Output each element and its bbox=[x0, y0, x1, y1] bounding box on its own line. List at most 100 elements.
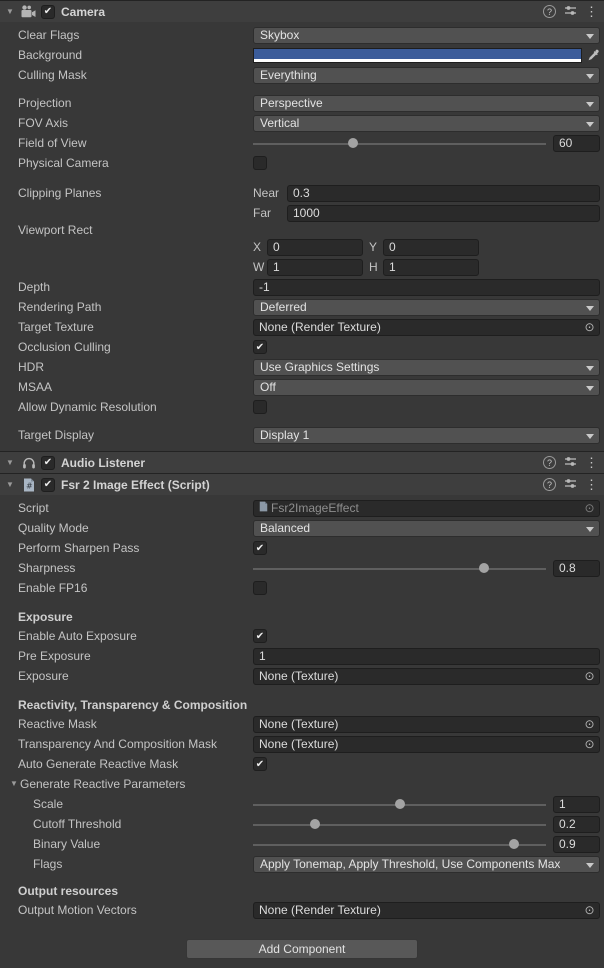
object-picker-icon[interactable]: ⊙ bbox=[582, 718, 597, 730]
transparency-and-composition-mask-field[interactable]: None (Texture) ⊙ bbox=[253, 736, 600, 753]
background-label: Background bbox=[18, 48, 253, 62]
spacer bbox=[0, 686, 604, 696]
cutoff-threshold-label: Cutoff Threshold bbox=[33, 817, 253, 831]
sharpness-slider[interactable] bbox=[253, 560, 546, 577]
object-picker-icon[interactable]: ⊙ bbox=[582, 738, 597, 750]
cutoff-threshold-slider[interactable] bbox=[253, 816, 546, 833]
enable-fp16-checkbox[interactable] bbox=[253, 581, 267, 595]
viewport-h-input[interactable]: 1 bbox=[383, 259, 479, 276]
exposure-field[interactable]: None (Texture) ⊙ bbox=[253, 668, 600, 685]
clear-flags-dropdown[interactable]: Skybox bbox=[253, 27, 600, 44]
fsr2-component-header[interactable]: ▼ # ✔ Fsr 2 Image Effect (Script) ? ⋮ bbox=[0, 473, 604, 495]
far-clip-input[interactable]: 1000 bbox=[287, 205, 600, 222]
culling-mask-dropdown[interactable]: Everything bbox=[253, 67, 600, 84]
property-row: Enable Auto Exposure ✔ bbox=[0, 626, 604, 646]
occlusion-culling-checkbox[interactable]: ✔ bbox=[253, 340, 267, 354]
projection-dropdown[interactable]: Perspective bbox=[253, 95, 600, 112]
allow-dynamic-resolution-checkbox[interactable] bbox=[253, 400, 267, 414]
viewport-y-input[interactable]: 0 bbox=[383, 239, 479, 256]
target-texture-field[interactable]: None (Render Texture) ⊙ bbox=[253, 319, 600, 336]
fov-axis-label: FOV Axis bbox=[18, 116, 253, 130]
slider-track bbox=[253, 568, 546, 570]
quality-mode-dropdown[interactable]: Balanced bbox=[253, 520, 600, 537]
property-row: Occlusion Culling ✔ bbox=[0, 337, 604, 357]
depth-input[interactable]: -1 bbox=[253, 279, 600, 296]
msaa-value: Off bbox=[260, 380, 276, 394]
help-icon[interactable]: ? bbox=[543, 478, 556, 491]
physical-camera-checkbox[interactable] bbox=[253, 156, 267, 170]
perform-sharpen-pass-checkbox[interactable]: ✔ bbox=[253, 541, 267, 555]
help-icon[interactable]: ? bbox=[543, 5, 556, 18]
sharpness-input[interactable]: 0.8 bbox=[553, 560, 600, 577]
help-icon[interactable]: ? bbox=[543, 456, 556, 469]
presets-icon[interactable] bbox=[564, 477, 577, 493]
object-picker-icon[interactable]: ⊙ bbox=[582, 502, 597, 514]
reactive-mask-field[interactable]: None (Texture) ⊙ bbox=[253, 716, 600, 733]
header-actions: ? ⋮ bbox=[543, 455, 598, 471]
slider-thumb[interactable] bbox=[509, 839, 519, 849]
foldout-arrow-icon[interactable]: ▼ bbox=[4, 481, 16, 489]
auto-generate-reactive-mask-checkbox[interactable]: ✔ bbox=[253, 757, 267, 771]
pre-exposure-input[interactable]: 1 bbox=[253, 648, 600, 665]
eyedropper-icon[interactable] bbox=[586, 49, 600, 62]
kebab-menu-icon[interactable]: ⋮ bbox=[585, 456, 598, 469]
far-label: Far bbox=[253, 206, 287, 220]
hdr-dropdown[interactable]: Use Graphics Settings bbox=[253, 359, 600, 376]
kebab-menu-icon[interactable]: ⋮ bbox=[585, 5, 598, 18]
enable-auto-exposure-label: Enable Auto Exposure bbox=[18, 629, 253, 643]
object-picker-icon[interactable]: ⊙ bbox=[582, 904, 597, 916]
camera-enabled-checkbox[interactable]: ✔ bbox=[41, 5, 55, 19]
chevron-down-icon bbox=[586, 122, 594, 127]
spacer bbox=[0, 173, 604, 183]
flags-dropdown[interactable]: Apply Tonemap, Apply Threshold, Use Comp… bbox=[253, 856, 600, 873]
generate-reactive-parameters-foldout[interactable]: ▼ Generate Reactive Parameters bbox=[0, 774, 604, 794]
foldout-arrow-icon[interactable]: ▼ bbox=[8, 780, 20, 788]
occlusion-culling-label: Occlusion Culling bbox=[18, 340, 253, 354]
spacer bbox=[0, 598, 604, 608]
property-row: Target Texture None (Render Texture) ⊙ bbox=[0, 317, 604, 337]
cutoff-threshold-input[interactable]: 0.2 bbox=[553, 816, 600, 833]
enable-auto-exposure-checkbox[interactable]: ✔ bbox=[253, 629, 267, 643]
object-picker-icon[interactable]: ⊙ bbox=[582, 321, 597, 333]
field-of-view-slider[interactable] bbox=[253, 135, 546, 152]
slider-thumb[interactable] bbox=[348, 138, 358, 148]
fsr2-enabled-checkbox[interactable]: ✔ bbox=[41, 478, 55, 492]
foldout-arrow-icon[interactable]: ▼ bbox=[4, 459, 16, 467]
scale-slider[interactable] bbox=[253, 796, 546, 813]
presets-icon[interactable] bbox=[564, 455, 577, 471]
scale-input[interactable]: 1 bbox=[553, 796, 600, 813]
fov-axis-dropdown[interactable]: Vertical bbox=[253, 115, 600, 132]
transparency-and-composition-mask-label: Transparency And Composition Mask bbox=[18, 737, 253, 751]
near-clip-input[interactable]: 0.3 bbox=[287, 185, 600, 202]
background-color-field[interactable] bbox=[253, 48, 582, 63]
rendering-path-dropdown[interactable]: Deferred bbox=[253, 299, 600, 316]
slider-thumb[interactable] bbox=[479, 563, 489, 573]
property-row: Field of View 60 bbox=[0, 133, 604, 153]
viewport-w-label: W bbox=[253, 260, 267, 274]
presets-icon[interactable] bbox=[564, 4, 577, 20]
audio-listener-component-header[interactable]: ▼ ✔ Audio Listener ? ⋮ bbox=[0, 451, 604, 473]
camera-component-header[interactable]: ▼ ✔ Camera ? ⋮ bbox=[0, 0, 604, 22]
property-row: Pre Exposure 1 bbox=[0, 646, 604, 666]
slider-thumb[interactable] bbox=[310, 819, 320, 829]
viewport-w-input[interactable]: 1 bbox=[267, 259, 363, 276]
msaa-dropdown[interactable]: Off bbox=[253, 379, 600, 396]
target-display-dropdown[interactable]: Display 1 bbox=[253, 427, 600, 444]
property-row: Projection Perspective bbox=[0, 93, 604, 113]
add-component-button[interactable]: Add Component bbox=[186, 939, 418, 959]
audio-listener-enabled-checkbox[interactable]: ✔ bbox=[41, 456, 55, 470]
field-of-view-input[interactable]: 60 bbox=[553, 135, 600, 152]
viewport-x-input[interactable]: 0 bbox=[267, 239, 363, 256]
clipping-planes-label: Clipping Planes bbox=[18, 186, 253, 200]
slider-thumb[interactable] bbox=[395, 799, 405, 809]
object-picker-icon[interactable]: ⊙ bbox=[582, 670, 597, 682]
property-row: Output Motion Vectors None (Render Textu… bbox=[0, 900, 604, 920]
foldout-arrow-icon[interactable]: ▼ bbox=[4, 8, 16, 16]
chevron-down-icon bbox=[586, 102, 594, 107]
kebab-menu-icon[interactable]: ⋮ bbox=[585, 478, 598, 491]
binary-value-input[interactable]: 0.9 bbox=[553, 836, 600, 853]
binary-value-slider[interactable] bbox=[253, 836, 546, 853]
script-field: Fsr2ImageEffect ⊙ bbox=[253, 500, 600, 517]
output-motion-vectors-field[interactable]: None (Render Texture) ⊙ bbox=[253, 902, 600, 919]
header-actions: ? ⋮ bbox=[543, 477, 598, 493]
